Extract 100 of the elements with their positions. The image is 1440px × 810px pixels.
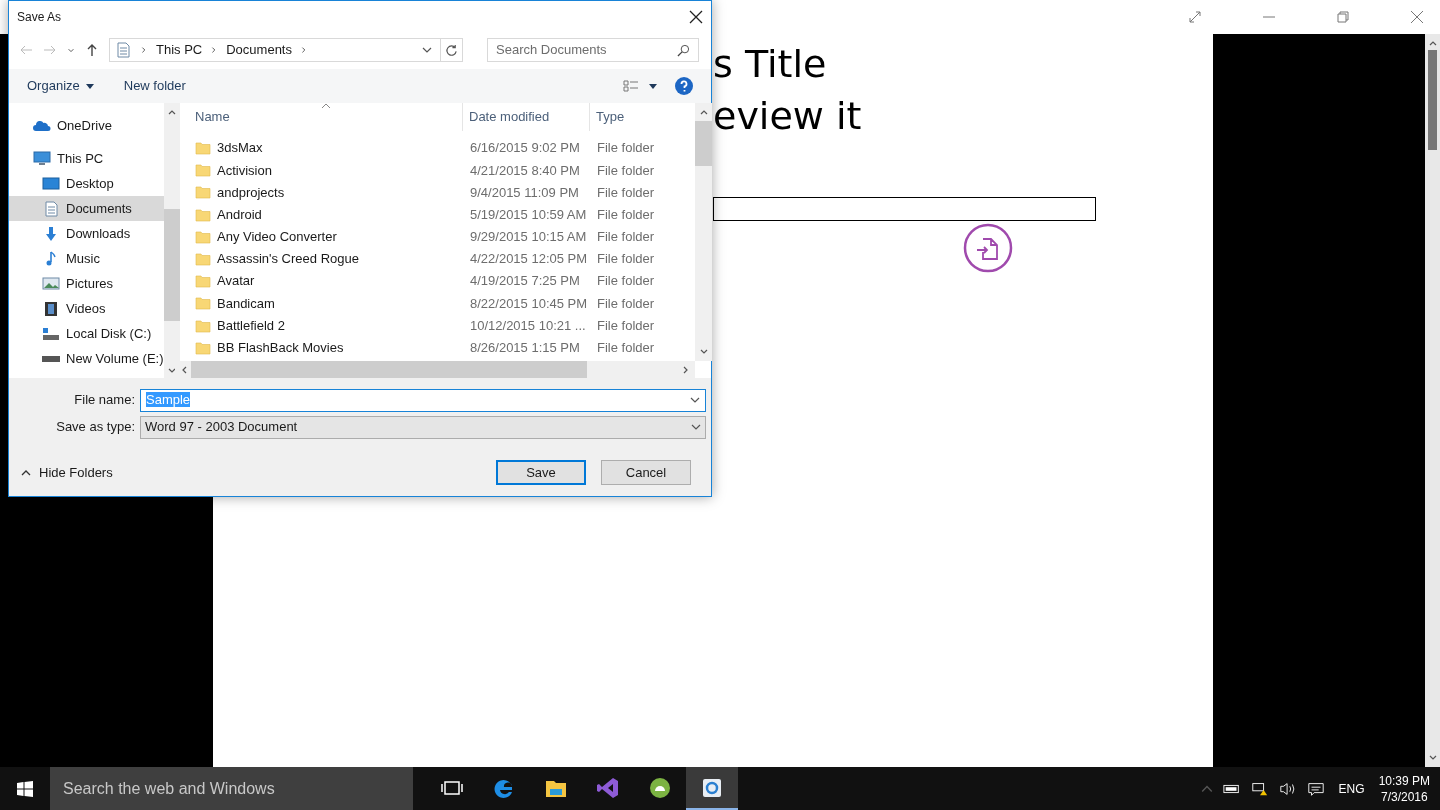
nav-item[interactable]: Documents [9, 196, 164, 221]
document-icon [114, 42, 132, 58]
field-label: File name: [73, 391, 136, 410]
scrollbar-thumb[interactable] [695, 121, 712, 166]
type-cell-text: File folder [596, 183, 656, 202]
nav-item[interactable]: New Volume (E:) [9, 346, 164, 371]
column-header[interactable]: Date modified [463, 103, 590, 131]
file-name-cell-text: Bandicam [217, 294, 275, 313]
view-options-icon[interactable] [623, 80, 657, 92]
file-row[interactable]: Avatar 4/19/2015 7:25 PM File folder [175, 270, 695, 293]
file-name-cell-text: BB FlashBack Movies [217, 339, 344, 358]
message-icon[interactable] [1306, 780, 1325, 797]
search-icon [677, 43, 690, 57]
type-cell-text: File folder [596, 272, 656, 291]
file-row[interactable]: Android 5/19/2015 10:59 AM File folder [175, 203, 695, 226]
save-type-dropdown[interactable]: Word 97 - 2003 Document [140, 415, 706, 439]
folder-icon [195, 273, 211, 290]
file-row[interactable]: Activision 4/21/2015 8:40 PM File folder [175, 159, 695, 182]
taskbar-search-field[interactable]: Search the web and Windows [50, 767, 413, 810]
file-name-cell-text: andprojects [217, 183, 285, 202]
expand-icon[interactable] [1188, 10, 1202, 24]
dropdown-caret-icon [422, 45, 432, 55]
nav-item[interactable]: This PC [9, 146, 164, 171]
folder-icon [195, 251, 211, 268]
up-arrow-icon[interactable] [85, 43, 99, 57]
battery-icon[interactable] [1222, 782, 1241, 795]
nav-item[interactable]: OneDrive [9, 113, 164, 138]
file-row[interactable]: Any Video Converter 9/29/2015 10:15 AM File folder [175, 225, 695, 248]
taskbar-app-button[interactable] [686, 767, 738, 810]
new-folder-button[interactable]: New folder [123, 76, 186, 96]
file-name-cell-text: Activision [217, 161, 272, 180]
type-cell-text: File folder [596, 161, 656, 180]
scrollbar-thumb[interactable] [1428, 50, 1437, 150]
network-warning-icon[interactable] [1250, 780, 1269, 797]
drive-icon [42, 325, 60, 342]
heading-text: eview it [713, 93, 863, 140]
file-name-cell-text: 3dsMax [217, 139, 263, 158]
file-name-cell-text: Android [217, 205, 262, 224]
nav-item[interactable]: Local Disk (C:) [9, 321, 164, 346]
save-button[interactable]: Save [496, 460, 586, 485]
restore-icon[interactable] [1336, 10, 1350, 24]
breadcrumb-item[interactable]: This PC [156, 40, 203, 60]
file-import-icon[interactable] [963, 223, 1013, 273]
windows-start-icon[interactable] [17, 780, 33, 797]
folder-icon [195, 228, 211, 245]
folder-icon [195, 140, 211, 157]
help-icon[interactable] [675, 77, 693, 95]
date-cell-text: 10/12/2015 10:21 ... [469, 316, 587, 335]
organize-button[interactable]: Organize [27, 76, 94, 96]
breadcrumb-separator-icon [140, 46, 148, 54]
dropdown-caret-icon [690, 395, 700, 405]
date-cell-text: 6/16/2015 9:02 PM [469, 139, 581, 158]
column-header[interactable]: Type [590, 103, 695, 131]
folder-icon [195, 295, 211, 312]
column-header[interactable]: Name [175, 103, 463, 131]
file-row[interactable]: 3dsMax 6/16/2015 9:02 PM File folder [175, 137, 695, 160]
hide-folders-button[interactable]: Hide Folders [21, 462, 113, 483]
file-row[interactable]: Battlefield 2 10/12/2015 10:21 ... File folder [175, 314, 695, 337]
type-cell-text: File folder [596, 205, 656, 224]
language-indicator[interactable]: ENG [1334, 779, 1369, 798]
file-name-cell-text: Avatar [217, 272, 255, 291]
file-name-cell-text: Battlefield 2 [217, 316, 285, 335]
file-row[interactable]: Bandicam 8/22/2015 10:45 PM File folder [175, 292, 695, 315]
search-field[interactable]: Search Documents [487, 38, 699, 62]
nav-item[interactable]: Pictures [9, 271, 164, 296]
file-row[interactable]: BB FlashBack Movies 8/26/2015 1:15 PM File folder [175, 336, 695, 359]
text-input[interactable] [713, 197, 1096, 221]
history-caret-icon [67, 46, 75, 54]
date-cell-text: 9/29/2015 10:15 AM [469, 228, 588, 247]
date-cell-text: 4/22/2015 12:05 PM [469, 250, 589, 269]
type-cell-text: File folder [596, 339, 656, 358]
scrollbar-thumb[interactable] [163, 209, 180, 321]
folder-icon [195, 184, 211, 201]
close-icon[interactable] [689, 10, 703, 24]
nav-item[interactable]: Downloads [9, 221, 164, 246]
nav-item[interactable]: Videos [9, 296, 164, 321]
file-name-cell-text: Assassin's Creed Rogue [217, 250, 359, 269]
dialog-title: Save As [17, 9, 62, 26]
drive-icon [42, 355, 60, 362]
date-cell-text: 8/26/2015 1:15 PM [469, 339, 581, 358]
cancel-button[interactable]: Cancel [601, 460, 691, 485]
address-bar[interactable]: This PC Documents [109, 38, 463, 62]
clock-time[interactable]: 10:39 PM [1378, 772, 1430, 789]
file-row[interactable]: andprojects 9/4/2015 11:09 PM File folder [175, 181, 695, 204]
file-row[interactable]: Assassin's Creed Rogue 4/22/2015 12:05 PM File folder [175, 247, 695, 271]
type-cell-text: File folder [596, 139, 656, 158]
scrollbar-thumb[interactable] [191, 361, 587, 378]
nav-item[interactable]: Music [9, 246, 164, 271]
refresh-icon[interactable] [445, 43, 458, 57]
volume-icon[interactable] [1278, 780, 1297, 797]
date-cell-text: 4/21/2015 8:40 PM [469, 161, 581, 180]
breadcrumb-separator-icon [300, 46, 308, 54]
type-cell-text: File folder [596, 316, 656, 335]
breadcrumb-item[interactable]: Documents [226, 40, 292, 60]
clock-date[interactable]: 7/3/2016 [1380, 788, 1428, 805]
date-cell-text: 5/19/2015 10:59 AM [469, 205, 588, 224]
film-icon [42, 300, 60, 317]
heading-text: s Title [713, 41, 828, 88]
file-name-cell-text: Any Video Converter [217, 228, 337, 247]
nav-item[interactable]: Desktop [9, 171, 164, 196]
